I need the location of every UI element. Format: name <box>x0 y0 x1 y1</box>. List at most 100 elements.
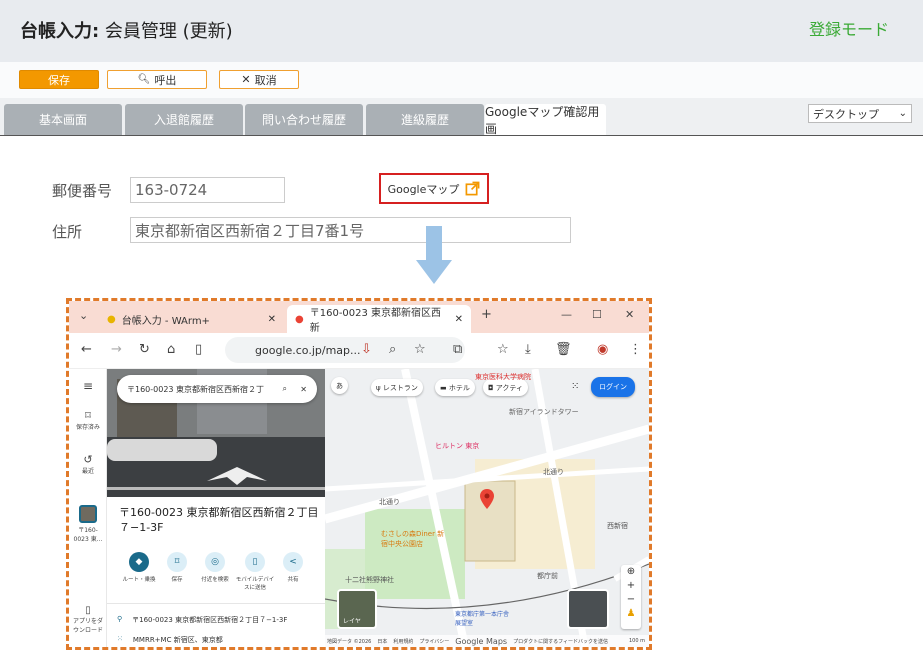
tab-label: 入退館履歴 <box>153 113 214 127</box>
map-label-office: 東京都庁第一本庁舎 展望室 <box>455 611 510 627</box>
close-window-icon[interactable]: ✕ <box>625 308 634 321</box>
close-icon[interactable]: ✕ <box>300 385 307 394</box>
device-select[interactable]: デスクトップ ⌄ <box>808 104 912 123</box>
directions-button[interactable]: ◆ ルート・乗換 <box>119 552 159 583</box>
map-label-hilton: ヒルトン 東京 <box>435 442 480 450</box>
restaurant-chip[interactable]: ψ レストラン <box>371 379 423 396</box>
pegman-icon[interactable]: ♟ <box>621 607 641 621</box>
tab-basic[interactable]: 基本画面 <box>4 104 122 135</box>
google-map-link[interactable]: Googleマップ <box>379 173 489 204</box>
menu-icon[interactable]: ⋮ <box>629 342 642 357</box>
new-tab-icon[interactable]: + <box>481 307 492 322</box>
reload-icon[interactable]: ↻ <box>139 342 150 357</box>
zoom-icon[interactable]: ⌕ <box>389 342 396 357</box>
zoom-out-icon[interactable]: − <box>621 593 641 607</box>
saved-button[interactable]: ⌑ 保存済み <box>71 409 105 431</box>
favorites-icon[interactable]: ☆ <box>497 342 509 357</box>
tab-label: 進級履歴 <box>400 113 449 127</box>
bed-icon: ▬ <box>440 383 449 392</box>
tab-entry-history[interactable]: 入退館履歴 <box>125 104 243 135</box>
title-prefix: 台帳入力: <box>20 21 100 42</box>
browser-tab[interactable]: ● 台帳入力 - WArm+ ✕ <box>99 305 284 333</box>
app-download-button[interactable]: ▯ アプリをダウンロード <box>71 605 105 634</box>
map-pin-icon[interactable] <box>480 489 494 509</box>
zoom-in-icon[interactable]: + <box>621 579 641 593</box>
layers-button[interactable]: レイヤ <box>337 589 377 629</box>
save-place-button[interactable]: ⌑ 保存 <box>157 552 197 583</box>
browser-tab-title: 台帳入力 - WArm+ <box>121 315 210 327</box>
trash-icon[interactable]: 🗑︎ <box>555 342 572 357</box>
apps-grid-icon[interactable]: ⁙ <box>571 381 579 392</box>
locate-icon[interactable]: ⊕ <box>621 565 641 579</box>
share-button[interactable]: < 共有 <box>273 552 313 583</box>
map-label-hospital: 東京医科大学病院 <box>475 373 531 381</box>
action-label: モバイルデバイスに送信 <box>235 577 275 591</box>
map-label-tocho: 都庁前 <box>537 572 558 580</box>
profile-icon[interactable]: ◉ <box>597 342 608 357</box>
map-label-park: むさしの森Diner 新宿中央公園店 <box>381 530 445 548</box>
street-view-thumbnail[interactable] <box>567 589 609 629</box>
action-label: 保存 <box>171 577 183 583</box>
address-row[interactable]: ⚲ 〒160-0023 東京都新宿区西新宿２丁目７−1-3F <box>117 615 287 625</box>
map-chip[interactable]: あ <box>331 377 348 394</box>
chevron-down-icon: ⌄ <box>79 309 89 322</box>
tab-google-map[interactable]: Googleマップ確認用画 <box>485 104 606 136</box>
close-icon: ✕ <box>454 313 463 325</box>
nearby-icon: ◎ <box>205 552 225 572</box>
address-field[interactable]: 東京都新宿区西新宿２丁目7番1号 <box>130 217 571 243</box>
action-label: 共有 <box>287 577 299 583</box>
browser-tab-strip: ⌄ ● 台帳入力 - WArm+ ✕ ● 〒160-0023 東京都新宿区西新 … <box>69 301 649 334</box>
plus-code-detail: MMRR+MC 新宿区、東京都 <box>132 636 223 644</box>
map-scale: 100 m <box>628 638 645 644</box>
recent-place-button[interactable]: 〒160-0023 東... <box>71 505 105 543</box>
call-label: 呼出 <box>154 73 177 87</box>
cancel-button[interactable]: ✕ 取消 <box>219 70 299 89</box>
send-to-phone-button[interactable]: ▯ モバイルデバイスに送信 <box>235 552 275 591</box>
maximize-icon[interactable]: ☐ <box>592 308 602 321</box>
page-header: 台帳入力: 会員管理 (更新) 登録モード <box>0 0 923 62</box>
save-button[interactable]: 保存 <box>19 70 99 89</box>
feedback-link[interactable]: プロダクトに関するフィードバックを送信 <box>513 638 608 645</box>
map-footer-text: 日本 <box>377 638 388 645</box>
login-button[interactable]: ログイン <box>591 377 635 397</box>
maps-rail: ≡ ⌑ 保存済み ↺ 最近 〒160-0023 東... ▯ アプリをダウンロー… <box>69 369 107 647</box>
title-main: 会員管理 (更新) <box>99 21 233 42</box>
privacy-link[interactable]: プライバシー <box>419 638 449 645</box>
map-footer-text: 地図データ ©2026 <box>327 638 372 645</box>
map-canvas[interactable]: あ ψ レストラン ▬ ホテル ◘ アクティ ログイン ⁙ 東京医科大学病院 新… <box>325 369 649 647</box>
download-icon[interactable]: ⤓ <box>525 342 531 357</box>
cancel-label: 取消 <box>254 73 277 87</box>
hotel-chip[interactable]: ▬ ホテル <box>435 379 475 396</box>
plus-code-row[interactable]: ⁙ MMRR+MC 新宿区、東京都 <box>117 635 223 645</box>
map-screenshot: ⌄ ● 台帳入力 - WArm+ ✕ ● 〒160-0023 東京都新宿区西新 … <box>66 298 652 650</box>
terms-link[interactable]: 利用規約 <box>393 638 413 645</box>
chevron-down-icon: ⌄ <box>898 108 907 119</box>
address-detail: 〒160-0023 東京都新宿区西新宿２丁目７−1-3F <box>132 616 288 624</box>
postal-code-field[interactable]: 163-0724 <box>130 177 285 203</box>
close-icon: ✕ <box>267 313 276 325</box>
browser-toolbar: ← → ↻ ⌂ ▯ google.co.jp/map... ⇩ ⌕ ☆ ⧉ ☆ … <box>69 333 649 369</box>
maps-search-input[interactable]: 〒160-0023 東京都新宿区西新宿２丁 ⌕ ✕ <box>117 375 317 403</box>
tab-inquiry-history[interactable]: 問い合わせ履歴 <box>245 104 363 135</box>
url-text: google.co.jp/map... <box>255 343 361 357</box>
map-label-tower: 新宿アイランドタワー <box>509 408 579 416</box>
extensions-icon[interactable]: ⧉ <box>453 342 462 357</box>
minimize-icon[interactable]: — <box>561 308 572 321</box>
forward-icon[interactable]: → <box>111 342 122 357</box>
bookmark-star-icon[interactable]: ☆ <box>414 342 426 357</box>
back-icon[interactable]: ← <box>81 342 92 357</box>
nearby-button[interactable]: ◎ 付近を検索 <box>195 552 235 583</box>
hamburger-icon[interactable]: ≡ <box>71 379 105 393</box>
call-button[interactable]: 🔍︎ 呼出 <box>107 70 207 89</box>
browser-tab-active[interactable]: ● 〒160-0023 東京都新宿区西新 ✕ <box>287 305 471 334</box>
home-icon[interactable]: ⌂ <box>167 342 175 357</box>
search-icon: 🔍︎ <box>137 74 151 85</box>
browser-tab-title: 〒160-0023 東京都新宿区西新 <box>309 308 442 334</box>
reader-icon[interactable]: ▯ <box>195 342 202 357</box>
recent-button[interactable]: ↺ 最近 <box>71 453 105 475</box>
install-icon[interactable]: ⇩ <box>361 342 372 357</box>
address-bar[interactable]: google.co.jp/map... <box>225 337 465 363</box>
map-pin-icon: ● <box>295 313 304 325</box>
tab-promotion-history[interactable]: 進級履歴 <box>366 104 484 135</box>
bookmark-icon: ⌑ <box>167 552 187 572</box>
